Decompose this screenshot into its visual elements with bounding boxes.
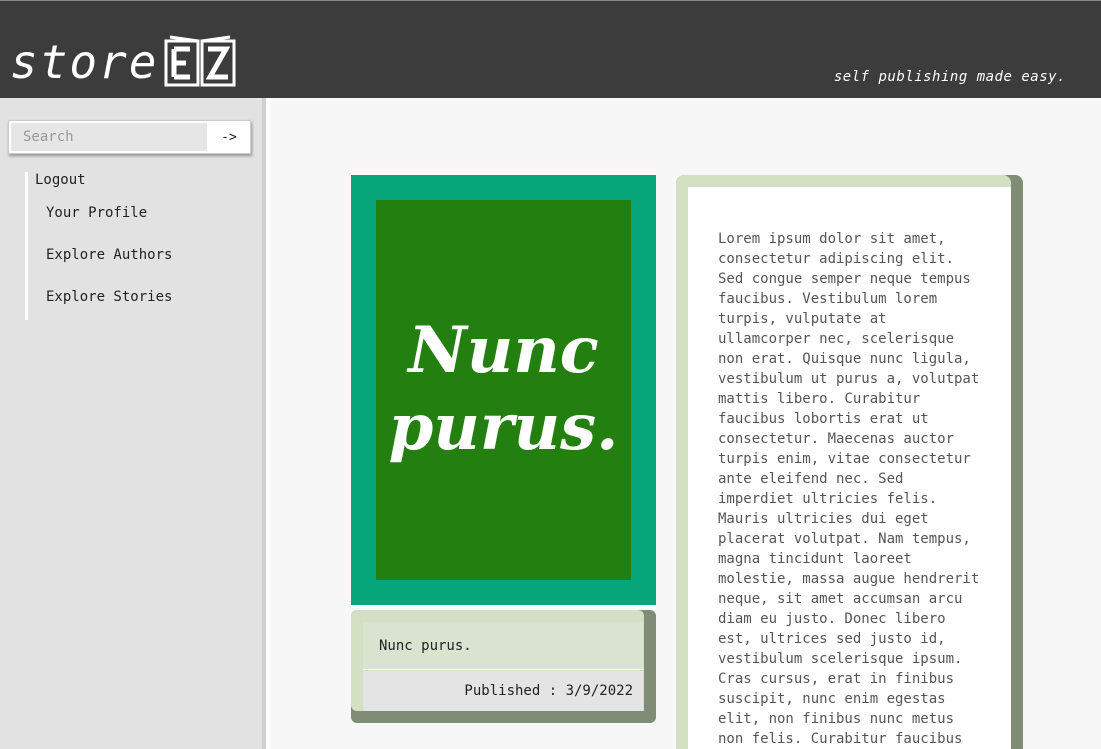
book-cover[interactable]: Nunc purus.	[351, 175, 656, 605]
description-panel-inner: Lorem ipsum dolor sit amet, consectetur …	[688, 187, 1011, 749]
nav-item-explore-authors[interactable]: Explore Authors	[46, 247, 172, 263]
published-date: Published : 3/9/2022	[464, 683, 633, 699]
sidebar-nav: Logout Your Profile Explore Authors Expl…	[25, 172, 258, 320]
sidebar: -> Logout Your Profile Explore Authors E…	[0, 98, 262, 749]
description-panel: Lorem ipsum dolor sit amet, consectetur …	[676, 175, 1023, 749]
description-panel-frame: Lorem ipsum dolor sit amet, consectetur …	[676, 175, 1011, 749]
logo-text: store	[10, 35, 159, 89]
book-ez-icon	[164, 35, 236, 87]
tagline: self publishing made easy.	[833, 69, 1066, 85]
logo[interactable]: store	[10, 35, 236, 89]
logout-link[interactable]: Logout	[35, 172, 86, 188]
nav-item-explore-stories[interactable]: Explore Stories	[46, 289, 172, 305]
book-description: Lorem ipsum dolor sit amet, consectetur …	[718, 231, 980, 747]
app-header: store self publishing made easy.	[0, 0, 1101, 98]
book-cover-inner: Nunc purus.	[376, 200, 631, 580]
book-cover-title: Nunc purus.	[388, 313, 619, 465]
sidebar-divider	[262, 98, 270, 749]
search-input[interactable]	[11, 123, 207, 151]
book-title-box: Nunc purus.	[363, 622, 643, 670]
book-date-box: Published : 3/9/2022	[363, 671, 643, 711]
nav-item-your-profile[interactable]: Your Profile	[46, 205, 147, 221]
book-info-card-inner: Nunc purus. Published : 3/9/2022	[351, 610, 644, 711]
search-button[interactable]: ->	[209, 123, 249, 151]
book-info-card: Nunc purus. Published : 3/9/2022	[351, 610, 656, 723]
search-box: ->	[8, 120, 251, 154]
book-title: Nunc purus.	[379, 638, 472, 654]
